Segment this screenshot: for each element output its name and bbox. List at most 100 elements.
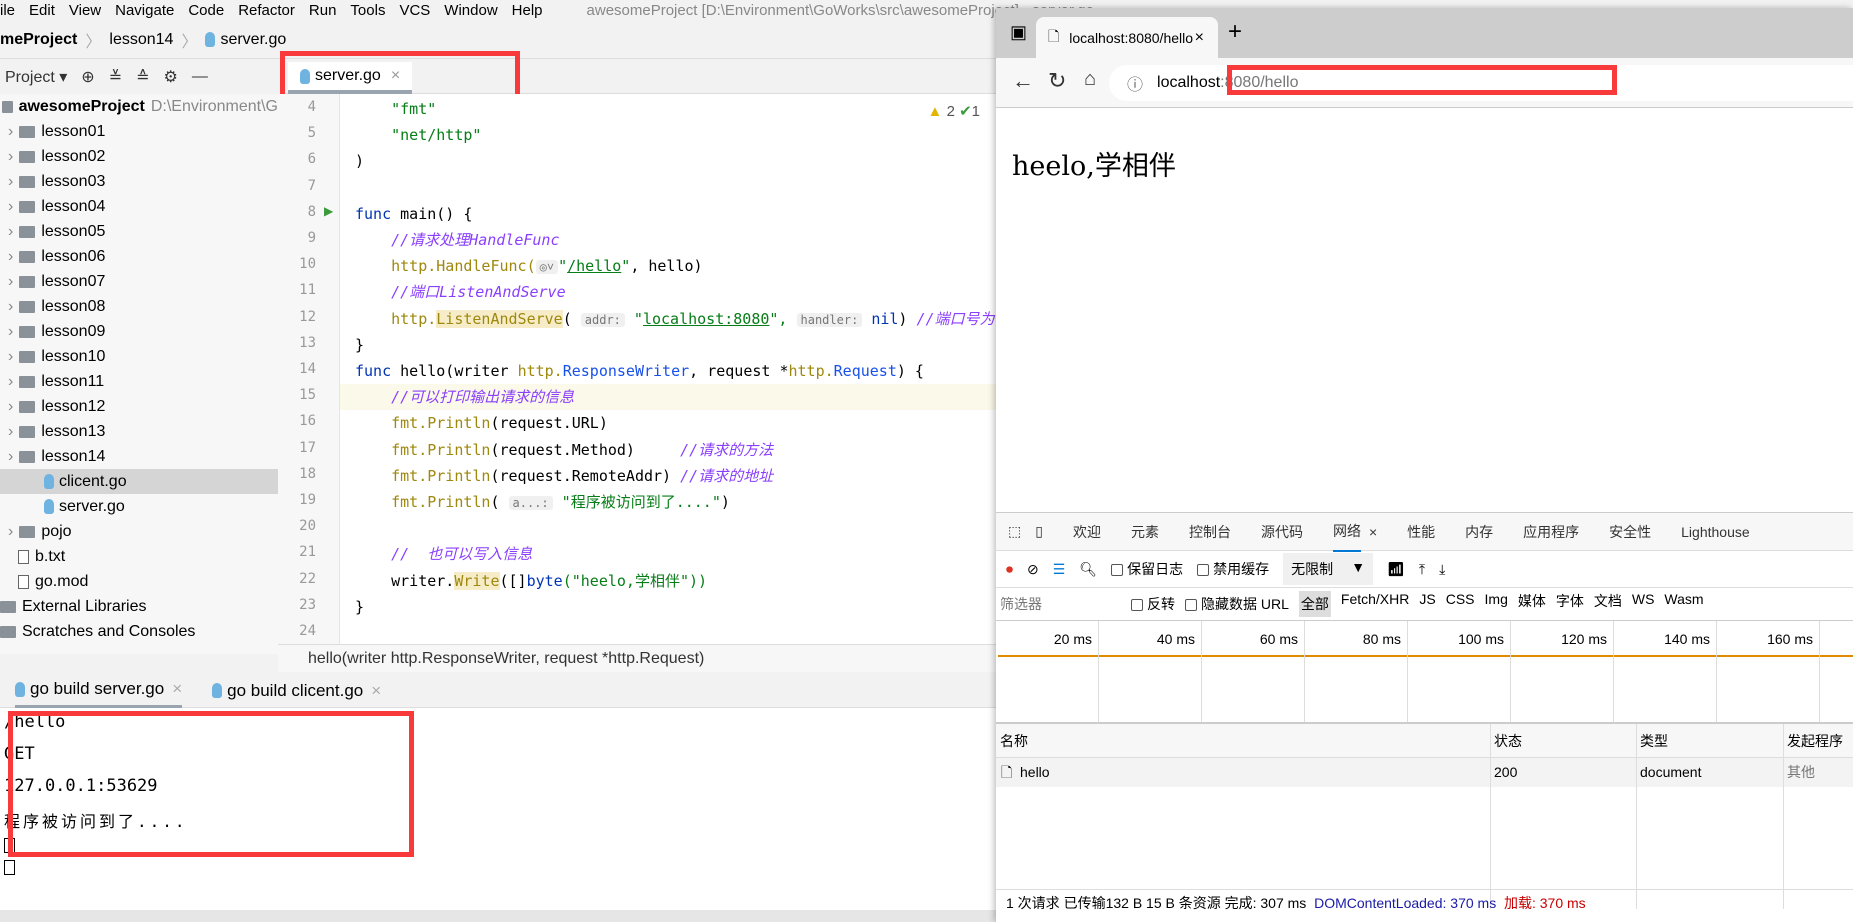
run-tab-clicent[interactable]: go build clicent.go × [212, 674, 381, 708]
type-filter[interactable]: Img [1485, 591, 1508, 617]
menu-edit[interactable]: Edit [29, 2, 55, 19]
chevron-right-icon[interactable]: › [8, 173, 13, 191]
tree-item[interactable]: b.txt [0, 544, 278, 569]
tab-server-go[interactable]: server.go × [288, 62, 413, 94]
filter-icon[interactable]: ☰ [1053, 561, 1066, 578]
tab-9[interactable]: Lighthouse [1681, 524, 1750, 540]
run-tab-server[interactable]: go build server.go × [15, 674, 183, 708]
chevron-right-icon[interactable]: › [8, 423, 13, 441]
inspection-widget[interactable]: ▲ 2 ✔1 [928, 102, 980, 120]
url-input[interactable]: ⓘ localhost:8080/hello [1109, 65, 1853, 101]
code-editor[interactable]: ▲ 2 ✔1 "fmt" "net/http") func main() { //… [340, 94, 1000, 644]
disable-cache-checkbox[interactable]: 禁用缓存 [1197, 559, 1269, 579]
type-filter[interactable]: JS [1419, 591, 1435, 617]
hide-icon[interactable]: — [192, 68, 208, 86]
tab-0[interactable]: 欢迎 [1073, 522, 1101, 542]
menu-refactor[interactable]: Refactor [238, 2, 295, 19]
chevron-right-icon[interactable]: › [8, 348, 13, 366]
type-filter[interactable]: Fetch/XHR [1341, 591, 1409, 617]
close-icon[interactable]: × [172, 679, 182, 699]
throttle-select[interactable]: 无限制 ▼ [1283, 553, 1374, 585]
tab-6[interactable]: 内存 [1465, 522, 1493, 542]
new-tab-icon[interactable]: + [1228, 18, 1242, 46]
type-filter[interactable]: 全部 [1298, 591, 1331, 617]
tree-item[interactable]: › pojo [0, 519, 278, 544]
type-filter[interactable]: 字体 [1556, 591, 1584, 617]
column-header[interactable]: 状态 [1494, 724, 1522, 758]
filter-input[interactable] [996, 592, 1121, 616]
chevron-right-icon[interactable]: › [8, 148, 13, 166]
tree-item[interactable]: › lesson01 [0, 119, 278, 144]
run-icon[interactable]: ▶ [324, 204, 333, 218]
menu-vcs[interactable]: VCS [399, 2, 430, 19]
gear-icon[interactable]: ⚙ [164, 67, 178, 87]
locate-icon[interactable]: ⊕ [81, 67, 94, 87]
browser-tab[interactable]: 🗋 localhost:8080/hello × [1036, 17, 1218, 58]
menu-help[interactable]: Help [512, 2, 543, 19]
tree-item[interactable]: Scratches and Consoles [0, 619, 278, 644]
tree-item[interactable]: › lesson04 [0, 194, 278, 219]
table-row[interactable]: hello 200 document 其他 🗋 [996, 758, 1853, 787]
type-filter[interactable]: CSS [1446, 591, 1475, 617]
tab-actions-icon[interactable]: ▣ [1010, 22, 1027, 43]
type-filter[interactable]: Wasm [1664, 591, 1703, 617]
menu-tools[interactable]: Tools [350, 2, 385, 19]
chevron-right-icon[interactable]: › [8, 123, 13, 141]
tree-item[interactable]: › lesson03 [0, 169, 278, 194]
column-header[interactable]: 名称 [1000, 724, 1028, 758]
menu-ile[interactable]: ile [0, 2, 15, 19]
menu-view[interactable]: View [69, 2, 101, 19]
device-icon[interactable]: ▯ [1035, 523, 1043, 540]
tab-3[interactable]: 源代码 [1261, 522, 1303, 542]
breadcrumb-project[interactable]: meProject [0, 31, 77, 49]
tab-4[interactable]: 网络 [1332, 511, 1361, 552]
tab-2[interactable]: 控制台 [1189, 522, 1231, 542]
tree-item[interactable]: › lesson02 [0, 144, 278, 169]
close-icon[interactable]: × [371, 681, 381, 701]
invert-checkbox[interactable]: 反转 [1131, 594, 1175, 614]
tab-5[interactable]: 性能 [1407, 522, 1435, 542]
chevron-right-icon[interactable]: › [8, 298, 13, 316]
chevron-right-icon[interactable]: › [8, 373, 13, 391]
tree-item[interactable]: server.go [0, 494, 278, 519]
chevron-right-icon[interactable]: › [8, 223, 13, 241]
tree-item[interactable]: › lesson07 [0, 269, 278, 294]
tree-item[interactable]: › lesson06 [0, 244, 278, 269]
close-icon[interactable]: × [1195, 29, 1204, 47]
type-filter[interactable]: 文档 [1594, 591, 1622, 617]
tab-8[interactable]: 安全性 [1609, 522, 1651, 542]
tree-item[interactable]: › lesson05 [0, 219, 278, 244]
network-conditions-icon[interactable]: 📶︎ [1387, 561, 1405, 578]
code-breadcrumb[interactable]: hello(writer http.ResponseWriter, reques… [278, 644, 1000, 672]
tree-item[interactable]: › lesson11 [0, 369, 278, 394]
tree-item[interactable]: › lesson09 [0, 319, 278, 344]
chevron-right-icon[interactable]: › [8, 273, 13, 291]
chevron-right-icon[interactable]: › [8, 398, 13, 416]
type-filter[interactable]: 媒体 [1518, 591, 1546, 617]
back-icon[interactable]: ← [1012, 68, 1034, 94]
tree-item[interactable]: › lesson13 [0, 419, 278, 444]
tree-item[interactable]: clicent.go [0, 469, 278, 494]
chevron-right-icon[interactable]: › [8, 523, 13, 541]
hide-data-urls-checkbox[interactable]: 隐藏数据 URL [1185, 594, 1289, 614]
download-icon[interactable]: ⤓ [1439, 561, 1445, 578]
reload-icon[interactable]: ↻ [1048, 68, 1066, 94]
tab-1[interactable]: 元素 [1131, 522, 1159, 542]
breadcrumb-file[interactable]: server.go [205, 31, 294, 49]
tree-item[interactable]: › lesson12 [0, 394, 278, 419]
type-filter[interactable]: WS [1632, 591, 1655, 617]
clear-icon[interactable]: ⊘ [1027, 561, 1039, 578]
expand-all-icon[interactable]: ≚ [109, 67, 122, 87]
column-header[interactable]: 发起程序 [1787, 724, 1843, 758]
chevron-right-icon[interactable]: › [8, 323, 13, 341]
tree-item[interactable]: awesomeProject D:\Environment\G [0, 94, 278, 119]
tree-item[interactable]: › lesson10 [0, 344, 278, 369]
tab-7[interactable]: 应用程序 [1523, 522, 1579, 542]
chevron-right-icon[interactable]: › [8, 198, 13, 216]
column-header[interactable]: 类型 [1640, 724, 1668, 758]
tree-item[interactable]: go.mod [0, 569, 278, 594]
search-icon[interactable]: 🔍︎ [1079, 561, 1097, 578]
close-icon[interactable]: × [391, 67, 400, 85]
menu-code[interactable]: Code [188, 2, 224, 19]
chevron-right-icon[interactable]: › [8, 248, 13, 266]
